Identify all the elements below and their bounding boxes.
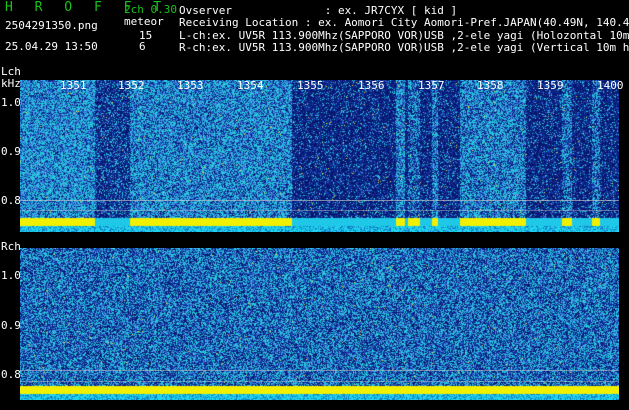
rch-info-line: R-ch:ex. UV5R 113.900Mhz(SAPPORO VOR)USB…	[179, 41, 629, 54]
lch-reference-line	[20, 200, 619, 201]
location-line: Receiving Location : ex. Aomori City Aom…	[179, 16, 629, 29]
time-tick-1357: 1357	[418, 79, 445, 92]
mode-label: meteor	[124, 15, 164, 28]
lch-ytick-1: 1.0	[1, 96, 21, 109]
lch-reference-line-2	[20, 210, 619, 211]
rch-spectrogram	[20, 248, 619, 400]
time-tick-1355: 1355	[297, 79, 324, 92]
lch-ytick-2: 0.9	[1, 145, 21, 158]
hrofft-window: H R O F F T 2ch 0.30 2504291350.png mete…	[0, 0, 629, 410]
rch-ytick-1: 1.0	[1, 269, 21, 282]
lch-unit-label: kHz	[1, 77, 21, 90]
count-rch: 6	[139, 40, 146, 53]
datetime-label: 25.04.29 13:50	[5, 40, 98, 53]
time-tick-1356: 1356	[358, 79, 385, 92]
rch-reference-line	[20, 370, 619, 371]
rch-label: Rch	[1, 240, 21, 253]
time-tick-1352: 1352	[118, 79, 145, 92]
rch-ytick-2: 0.9	[1, 319, 21, 332]
time-tick-1358: 1358	[477, 79, 504, 92]
time-tick-1354: 1354	[237, 79, 264, 92]
rch-ytick-3: 0.8	[1, 368, 21, 381]
time-tick-1351: 1351	[60, 79, 87, 92]
time-tick-1400: 1400	[597, 79, 624, 92]
time-tick-1353: 1353	[177, 79, 204, 92]
rch-reference-line-2	[20, 381, 619, 382]
lch-ytick-3: 0.8	[1, 194, 21, 207]
time-tick-1359: 1359	[537, 79, 564, 92]
filename-label: 2504291350.png	[5, 19, 98, 32]
